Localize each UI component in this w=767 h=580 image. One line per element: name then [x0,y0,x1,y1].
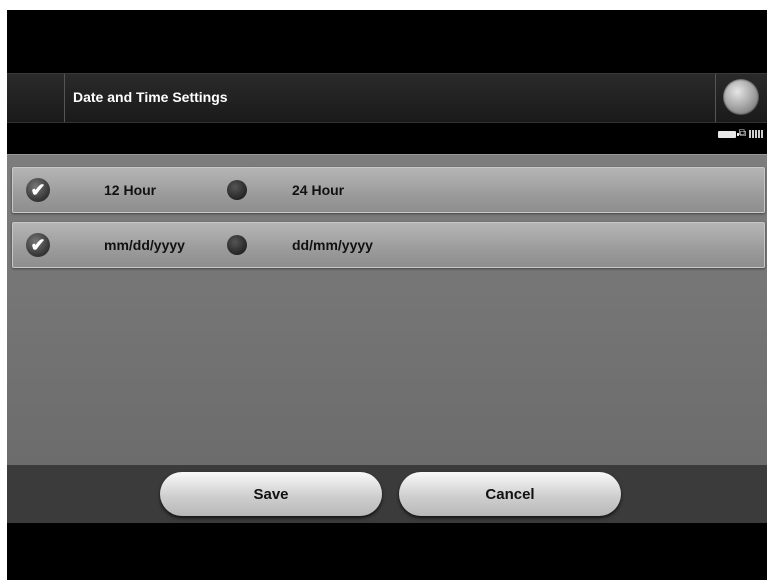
radio-ddmmyyyy[interactable] [227,235,247,255]
home-button-icon[interactable] [723,79,759,115]
title-divider-left [64,74,65,122]
title-bar: Date and Time Settings [7,73,767,123]
option-mmddyyyy-label: mm/dd/yyyy [104,237,185,253]
option-12-hour-label: 12 Hour [104,182,157,198]
settings-panel: ✔ 12 Hour 24 Hour ✔ mm/dd/yyyy dd/mm/yyy… [7,154,767,466]
wireless-icon: ⧉ [738,128,746,139]
signal-bars-icon [749,130,763,138]
date-format-row: ✔ mm/dd/yyyy dd/mm/yyyy [12,222,765,268]
battery-icon [717,130,739,138]
title-divider-right [715,74,716,122]
status-indicators: ⧉ [717,128,763,140]
time-format-row: ✔ 12 Hour 24 Hour [12,167,765,213]
checkmark-icon[interactable]: ✔ [26,178,50,202]
cancel-button[interactable]: Cancel [399,472,621,516]
save-button[interactable]: Save [160,472,382,516]
radio-24-hour[interactable] [227,180,247,200]
page-title: Date and Time Settings [73,89,228,105]
device-screen: Date and Time Settings ⧉ ✔ 12 Hour 24 Ho… [7,10,767,580]
action-bar: Save Cancel [7,465,767,523]
option-24-hour-label: 24 Hour [292,182,345,198]
option-ddmmyyyy-label: dd/mm/yyyy [292,237,373,253]
checkmark-icon[interactable]: ✔ [26,233,50,257]
